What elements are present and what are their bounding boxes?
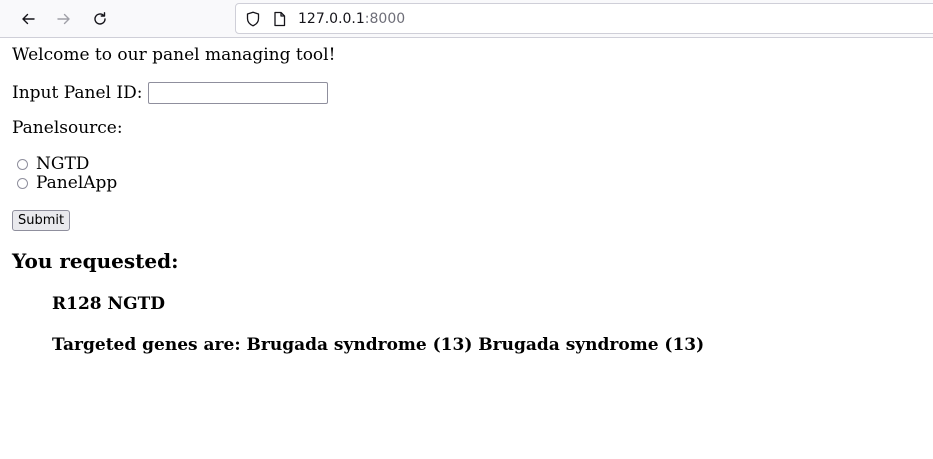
radio-button[interactable]	[17, 177, 28, 189]
submit-button[interactable]: Submit	[12, 210, 71, 231]
url-bar[interactable]: 127.0.0.1:8000	[235, 3, 933, 34]
result-heading: You requested:	[12, 249, 179, 273]
welcome-text: Welcome to our panel managing tool!	[12, 45, 336, 65]
back-arrow-icon	[22, 13, 35, 25]
url-port: :8000	[364, 10, 406, 27]
result-panel-id: R128 NGTD	[52, 294, 165, 314]
radio-label: PanelApp	[36, 173, 118, 193]
radio-button[interactable]	[17, 158, 28, 170]
back-button[interactable]	[14, 5, 42, 33]
forward-arrow-icon	[57, 13, 70, 25]
radio-option-panelapp[interactable]: PanelApp	[17, 173, 117, 193]
reload-icon	[94, 12, 106, 25]
url-text[interactable]: 127.0.0.1:8000	[298, 11, 405, 27]
radio-option-ngtd[interactable]: NGTD	[17, 154, 89, 174]
panel-id-label: Input Panel ID:	[12, 83, 143, 103]
page-icon[interactable]	[270, 10, 288, 28]
forward-button[interactable]	[50, 5, 78, 33]
radio-label: NGTD	[36, 154, 90, 174]
url-host: 127.0.0.1	[298, 10, 365, 27]
browser-toolbar: 127.0.0.1:8000	[0, 0, 933, 38]
reload-button[interactable]	[86, 5, 114, 33]
panel-id-input[interactable]	[148, 82, 329, 104]
shield-icon[interactable]	[244, 10, 262, 28]
panel-id-row: Input Panel ID:	[12, 82, 329, 104]
panelsource-label: Panelsource:	[12, 118, 123, 138]
result-genes: Targeted genes are: Brugada syndrome (13…	[52, 335, 705, 355]
